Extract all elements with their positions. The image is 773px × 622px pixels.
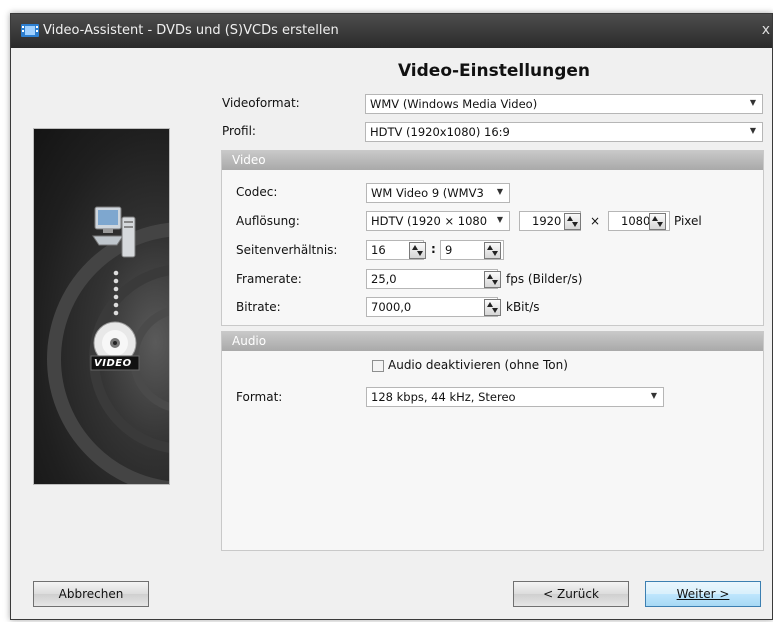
spin-arrows-icon [487,245,498,256]
bitrate-spin-button[interactable] [484,299,501,316]
times-sign: × [590,214,601,228]
aufloesung-label: Auflösung: [236,214,300,228]
aspect-width-spin-button[interactable] [409,242,426,259]
audio-disable-checkbox[interactable] [372,360,384,372]
video-strip-icon [21,24,39,37]
spin-arrows-icon [652,216,663,227]
audio-format-value: 128 kbps, 44 kHz, Stereo [371,390,516,404]
dropdown-arrow-icon: ▼ [496,215,503,224]
spin-arrows-icon [412,245,423,256]
audio-group-title: Audio [232,334,267,348]
bitrate-unit: kBit/s [506,300,540,314]
framerate-label: Framerate: [236,272,302,286]
cancel-button[interactable]: Abbrechen [33,581,149,607]
dropdown-arrow-icon: ▼ [749,98,756,107]
bitrate-input[interactable]: 7000,0 [366,297,498,317]
spin-arrows-icon [567,216,578,227]
videoformat-value: WMV (Windows Media Video) [370,97,538,111]
framerate-value: 25,0 [371,272,397,286]
aufloesung-value: HDTV (1920 × 1080 [371,214,488,228]
height-value: 1080 [621,214,651,228]
dropdown-arrow-icon: ▼ [650,391,657,400]
computer-icon [92,206,136,258]
aspect-separator: : [431,242,436,256]
audio-format-label: Format: [236,390,283,404]
wizard-sidebar-image: VIDEO [33,128,170,485]
height-spin-button[interactable] [649,213,666,230]
audio-group-header: Audio [222,332,763,351]
audio-disable-label[interactable]: Audio deaktivieren (ohne Ton) [388,358,568,372]
next-button[interactable]: Weiter > [645,581,761,607]
wizard-window: Video-Assistent - DVDs und (S)VCDs erste… [10,13,773,620]
back-button[interactable]: < Zurück [513,581,629,607]
dropdown-arrow-icon: ▼ [496,187,503,196]
page-title: Video-Einstellungen [397,61,591,81]
video-badge: VIDEO [94,358,132,369]
framerate-unit: fps (Bilder/s) [506,272,583,286]
codec-dropdown[interactable]: WM Video 9 (WMV3 ▼ [366,183,510,203]
pixel-unit: Pixel [674,214,702,228]
video-group-title: Video [232,153,266,167]
seitenverhaeltnis-label: Seitenverhältnis: [236,243,338,257]
profil-dropdown[interactable]: HDTV (1920x1080) 16:9 ▼ [365,122,763,142]
spin-arrows-icon [487,302,498,313]
connection-dots [113,270,119,316]
width-value: 1920 [532,214,562,228]
aspect-height-spin-button[interactable] [484,242,501,259]
window-title: Video-Assistent - DVDs und (S)VCDs erste… [43,23,339,38]
bitrate-value: 7000,0 [371,300,412,314]
audio-format-dropdown[interactable]: 128 kbps, 44 kHz, Stereo ▼ [366,387,664,407]
sidebar-graphic [47,222,169,484]
codec-label: Codec: [236,185,278,199]
videoformat-dropdown[interactable]: WMV (Windows Media Video) ▼ [365,94,763,114]
spin-arrows-icon [487,274,498,285]
video-group-header: Video [222,151,763,170]
bitrate-label: Bitrate: [236,300,281,314]
close-button[interactable]: x [762,22,770,38]
title-bar[interactable]: Video-Assistent - DVDs und (S)VCDs erste… [11,14,772,48]
profil-label: Profil: [222,124,256,138]
framerate-input[interactable]: 25,0 [366,269,498,289]
audio-group: Audio Audio deaktivieren (ohne Ton) Form… [221,331,764,551]
aspect-width-value: 16 [371,243,386,257]
profil-value: HDTV (1920x1080) 16:9 [370,125,510,139]
framerate-spin-button[interactable] [484,271,501,288]
aufloesung-dropdown[interactable]: HDTV (1920 × 1080 ▼ [366,211,510,231]
width-spin-button[interactable] [564,213,581,230]
dropdown-arrow-icon: ▼ [749,126,756,135]
video-group: Video Codec: WM Video 9 (WMV3 ▼ Auflösun… [221,150,764,326]
aspect-height-value: 9 [445,243,453,257]
videoformat-label: Videoformat: [222,96,300,110]
codec-value: WM Video 9 (WMV3 [371,186,484,200]
